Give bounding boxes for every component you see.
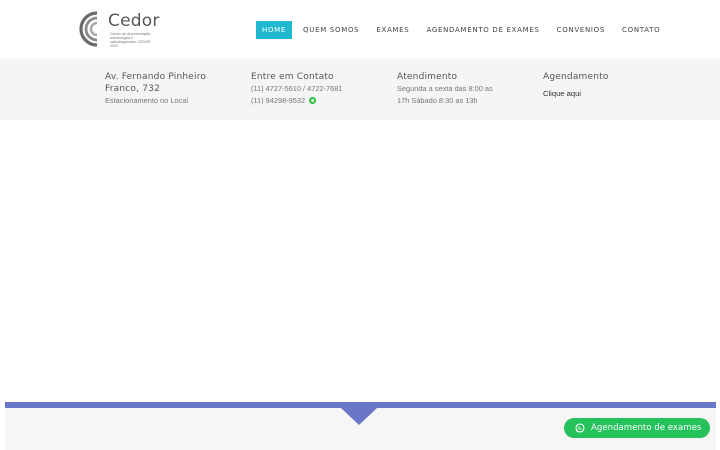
whatsapp-icon [309,97,317,104]
whatsapp-schedule-button[interactable]: Agendamento de exames [564,418,710,438]
hours-title: Atendimento [397,72,458,82]
address-line-2: Franco, 732 [105,84,160,94]
main-nav: HOME QUEM SOMOS EXAMES AGENDAMENTO DE EX… [256,21,671,39]
contact-phone[interactable]: (11) 4727-5610 / 4722-7681 [251,83,343,95]
nav-item-quem-somos[interactable]: QUEM SOMOS [297,21,365,39]
logo-name: Cedor [108,11,160,31]
address-line-1: Av. Fernando Pinheiro [105,72,207,82]
nav-item-home[interactable]: HOME [256,21,293,39]
contact-whatsapp-row[interactable]: (11) 94298-9532 [251,95,343,107]
nav-item-convenios[interactable]: CONVENIOS [551,21,611,39]
logo[interactable]: Cedor Centro de documentação odontológic… [75,10,165,50]
schedule-link[interactable]: Clique aqui [543,89,581,98]
parking-note: Estacionamento no Local [105,96,188,105]
whatsapp-button-label: Agendamento de exames [591,423,702,433]
info-bar: Av. Fernando Pinheiro Franco, 732 Estaci… [0,59,720,120]
whatsapp-icon [575,423,585,433]
info-address: Av. Fernando Pinheiro Franco, 732 Estaci… [105,71,206,107]
logo-subtitle: Centro de documentação odontológica e ra… [110,32,151,48]
nav-item-agendamento[interactable]: AGENDAMENTO DE EXAMES [420,21,545,39]
info-contact: Entre em Contato (11) 4727-5610 / 4722-7… [251,71,343,107]
nav-item-contato[interactable]: CONTATO [616,21,666,39]
schedule-title: Agendamento [543,72,609,82]
contact-title: Entre em Contato [251,72,334,82]
section-arrow [341,408,377,425]
site-header: Cedor Centro de documentação odontológic… [0,0,720,59]
info-hours: Atendimento Segunda a sexta das 8:00 as … [397,71,493,107]
nav-item-exames[interactable]: EXAMES [370,21,415,39]
logo-mark-icon [79,11,98,47]
hours-line-1: Segunda a sexta das 8:00 as [397,84,493,93]
contact-whatsapp[interactable]: (11) 94298-9532 [251,96,305,105]
hours-line-2: 17h Sábado 8:30 as 13h [397,96,478,105]
info-schedule: Agendamento Clique aqui [543,71,609,101]
